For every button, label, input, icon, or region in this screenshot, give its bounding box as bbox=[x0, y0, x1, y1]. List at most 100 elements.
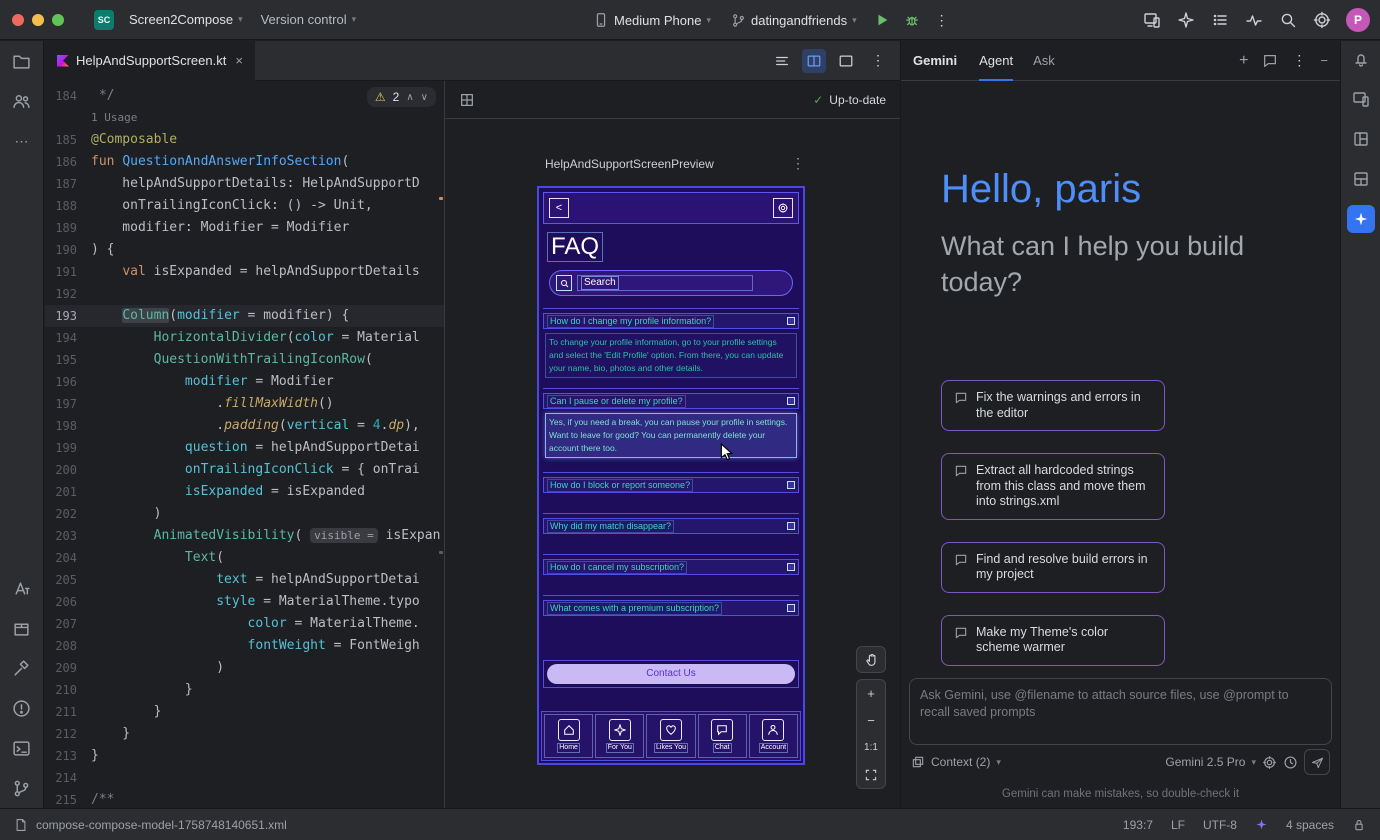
code-line[interactable]: 214 bbox=[45, 767, 444, 789]
code-line[interactable]: 1 Usage bbox=[45, 107, 444, 129]
version-control-menu[interactable]: Version control▾ bbox=[252, 6, 366, 34]
todo-list-button[interactable] bbox=[1206, 6, 1234, 34]
tab-agent[interactable]: Agent bbox=[979, 41, 1013, 81]
code-line[interactable]: 186fun QuestionAndAnswerInfoSection( bbox=[45, 151, 444, 173]
structure-toolwindow-button[interactable] bbox=[8, 87, 36, 115]
gemini-prompt-input[interactable] bbox=[909, 678, 1332, 745]
code-line[interactable]: 192 bbox=[45, 283, 444, 305]
suggestion-card[interactable]: Make my Theme's color scheme warmer bbox=[941, 615, 1165, 666]
hide-panel-button[interactable]: − bbox=[1320, 53, 1328, 68]
code-line[interactable]: 193 Column(modifier = modifier) { bbox=[45, 305, 444, 327]
code-line[interactable]: 209 ) bbox=[45, 657, 444, 679]
project-menu[interactable]: Screen2Compose▾ bbox=[120, 6, 252, 34]
code-line[interactable]: 197 .fillMaxWidth() bbox=[45, 393, 444, 415]
nav-item-chat[interactable]: Chat bbox=[698, 714, 747, 758]
code-line[interactable]: 194 HorizontalDivider(color = Material bbox=[45, 327, 444, 349]
zoom-out-button[interactable]: − bbox=[857, 707, 885, 734]
settings-button[interactable] bbox=[1308, 6, 1336, 34]
model-selector[interactable]: Gemini 2.5 Pro bbox=[1165, 755, 1245, 769]
settings-icon[interactable] bbox=[773, 198, 793, 218]
prev-problem-button[interactable]: ∧ bbox=[406, 92, 413, 103]
indent-setting[interactable]: 4 spaces bbox=[1286, 818, 1334, 832]
caret-position[interactable]: 193:7 bbox=[1123, 818, 1153, 832]
editor-options-button[interactable]: ⋮ bbox=[866, 49, 890, 73]
nav-item-home[interactable]: Home bbox=[544, 714, 593, 758]
code-line[interactable]: 212 } bbox=[45, 723, 444, 745]
app-insights-button[interactable] bbox=[1347, 165, 1375, 193]
minimize-window-button[interactable] bbox=[32, 14, 44, 26]
more-toolwindows-button[interactable]: ⋯ bbox=[8, 127, 36, 155]
preview-options-button[interactable]: ⋮ bbox=[791, 155, 805, 172]
problems-toolwindow-button[interactable] bbox=[8, 694, 36, 722]
code-line[interactable]: 204 Text( bbox=[45, 547, 444, 569]
gemini-status-icon[interactable] bbox=[1255, 818, 1268, 831]
editor-tab[interactable]: HelpAndSupportScreen.kt × bbox=[45, 41, 255, 81]
code-line[interactable]: 200 onTrailingIconClick = { onTrai bbox=[45, 459, 444, 481]
faq-answer-selected[interactable]: Yes, if you need a break, you can pause … bbox=[545, 413, 797, 458]
close-tab-icon[interactable]: × bbox=[235, 53, 243, 68]
suggestion-card[interactable]: Fix the warnings and errors in the edito… bbox=[941, 380, 1165, 431]
chat-history-icon[interactable] bbox=[1262, 53, 1278, 69]
more-actions-button[interactable]: ⋮ bbox=[928, 6, 956, 34]
code-view-button[interactable] bbox=[770, 49, 794, 73]
file-encoding[interactable]: UTF-8 bbox=[1203, 818, 1237, 832]
inspection-widget[interactable]: ⚠ 2 ∧ ∨ bbox=[367, 87, 436, 107]
nav-item-for-you[interactable]: For You bbox=[595, 714, 644, 758]
faq-question[interactable]: How do I block or report someone? bbox=[543, 477, 799, 493]
contact-us-button[interactable]: Contact Us bbox=[543, 660, 799, 688]
nav-item-account[interactable]: Account bbox=[749, 714, 798, 758]
code-line[interactable]: 189 modifier: Modifier = Modifier bbox=[45, 217, 444, 239]
next-problem-button[interactable]: ∨ bbox=[421, 92, 428, 103]
new-chat-button[interactable]: + bbox=[1239, 52, 1248, 70]
run-button[interactable] bbox=[868, 6, 896, 34]
pan-tool-button[interactable] bbox=[856, 646, 886, 673]
zoom-to-fit-button[interactable] bbox=[857, 761, 885, 788]
code-line[interactable]: 215/** bbox=[45, 789, 444, 808]
terminal-toolwindow-button[interactable] bbox=[8, 734, 36, 762]
faq-question[interactable]: Why did my match disappear? bbox=[543, 518, 799, 534]
gemini-toolwindow-button[interactable] bbox=[1347, 205, 1375, 233]
build-toolwindow-button[interactable] bbox=[8, 654, 36, 682]
git-branch-selector[interactable]: datingandfriends▾ bbox=[722, 6, 866, 34]
code-line[interactable]: 203 AnimatedVisibility( visible = isExpa… bbox=[45, 525, 444, 547]
code-line[interactable]: 208 fontWeight = FontWeigh bbox=[45, 635, 444, 657]
preview-canvas[interactable]: HelpAndSupportScreenPreview ⋮ < FAQ bbox=[445, 119, 900, 808]
code-line[interactable]: 187 helpAndSupportDetails: HelpAndSuppor… bbox=[45, 173, 444, 195]
search-everywhere-button[interactable] bbox=[1274, 6, 1302, 34]
code-line[interactable]: 195 QuestionWithTrailingIconRow( bbox=[45, 349, 444, 371]
grid-view-icon[interactable] bbox=[459, 92, 475, 108]
layout-inspector-button[interactable] bbox=[1347, 125, 1375, 153]
resource-manager-toolwindow-button[interactable] bbox=[8, 614, 36, 642]
nav-item-likes-you[interactable]: Likes You bbox=[646, 714, 695, 758]
code-line[interactable]: 206 style = MaterialTheme.typo bbox=[45, 591, 444, 613]
faq-question[interactable]: How do I cancel my subscription? bbox=[543, 559, 799, 575]
code-line[interactable]: 185@Composable bbox=[45, 129, 444, 151]
zoom-in-button[interactable]: + bbox=[857, 680, 885, 707]
device-manager-button[interactable] bbox=[1347, 85, 1375, 113]
send-button[interactable] bbox=[1304, 749, 1330, 775]
profiler-button[interactable] bbox=[1240, 6, 1268, 34]
line-separator[interactable]: LF bbox=[1171, 818, 1185, 832]
suggestion-card[interactable]: Extract all hardcoded strings from this … bbox=[941, 453, 1165, 520]
maximize-window-button[interactable] bbox=[52, 14, 64, 26]
gear-icon[interactable] bbox=[1262, 755, 1277, 770]
faq-question[interactable]: What comes with a premium subscription? bbox=[543, 600, 799, 616]
notifications-button[interactable] bbox=[1347, 45, 1375, 73]
code-line[interactable]: 199 question = helpAndSupportDetai bbox=[45, 437, 444, 459]
running-devices-button[interactable] bbox=[1138, 6, 1166, 34]
user-avatar[interactable]: P bbox=[1346, 8, 1370, 32]
history-clock-icon[interactable] bbox=[1283, 755, 1298, 770]
translations-toolwindow-button[interactable] bbox=[8, 574, 36, 602]
debug-button[interactable] bbox=[898, 6, 926, 34]
faq-question[interactable]: Can I pause or delete my profile? bbox=[543, 393, 799, 409]
lock-icon[interactable] bbox=[1352, 818, 1366, 832]
ai-actions-button[interactable] bbox=[1172, 6, 1200, 34]
faq-question[interactable]: How do I change my profile information? bbox=[543, 313, 799, 329]
code-line[interactable]: 211 } bbox=[45, 701, 444, 723]
code-line[interactable]: 202 ) bbox=[45, 503, 444, 525]
code-line[interactable]: 196 modifier = Modifier bbox=[45, 371, 444, 393]
suggestion-card[interactable]: Find and resolve build errors in my proj… bbox=[941, 542, 1165, 593]
device-selector[interactable]: Medium Phone▾ bbox=[584, 6, 720, 34]
code-line[interactable]: 198 .padding(vertical = 4.dp), bbox=[45, 415, 444, 437]
tab-ask[interactable]: Ask bbox=[1033, 41, 1055, 81]
